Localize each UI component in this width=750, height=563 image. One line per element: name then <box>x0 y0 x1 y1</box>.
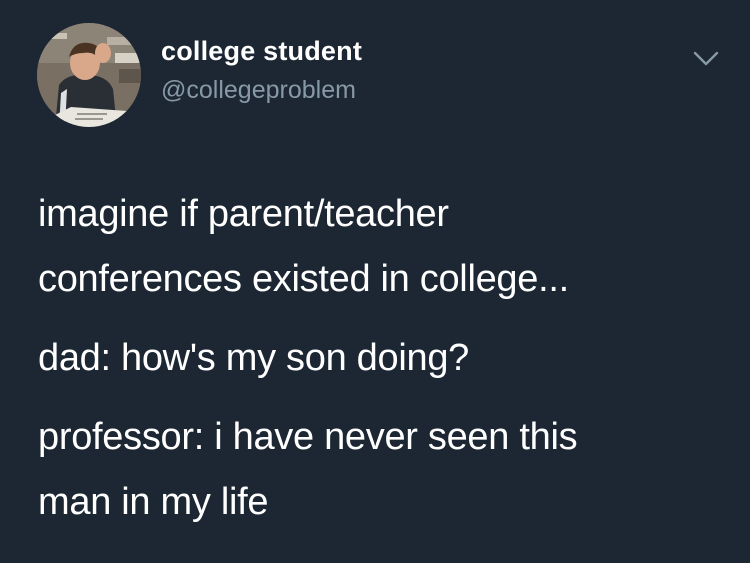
tweet-card: college student @collegeproblem imagine … <box>0 0 750 563</box>
tweet-text-line: conferences existed in college... <box>38 258 569 300</box>
tweet-text-line: professor: i have never seen this <box>38 416 578 458</box>
tweet-text: imagine if parent/teacher conferences ex… <box>38 182 728 535</box>
tweet-text-line: dad: how's my son doing? <box>38 337 469 379</box>
avatar-photo <box>37 23 141 127</box>
author-handle[interactable]: @collegeproblem <box>161 76 356 105</box>
author-display-name[interactable]: college student <box>161 36 362 67</box>
tweet-text-line: imagine if parent/teacher <box>38 193 449 235</box>
avatar[interactable] <box>37 23 141 127</box>
tweet-text-line: man in my life <box>38 481 269 523</box>
chevron-down-icon[interactable] <box>692 49 720 69</box>
